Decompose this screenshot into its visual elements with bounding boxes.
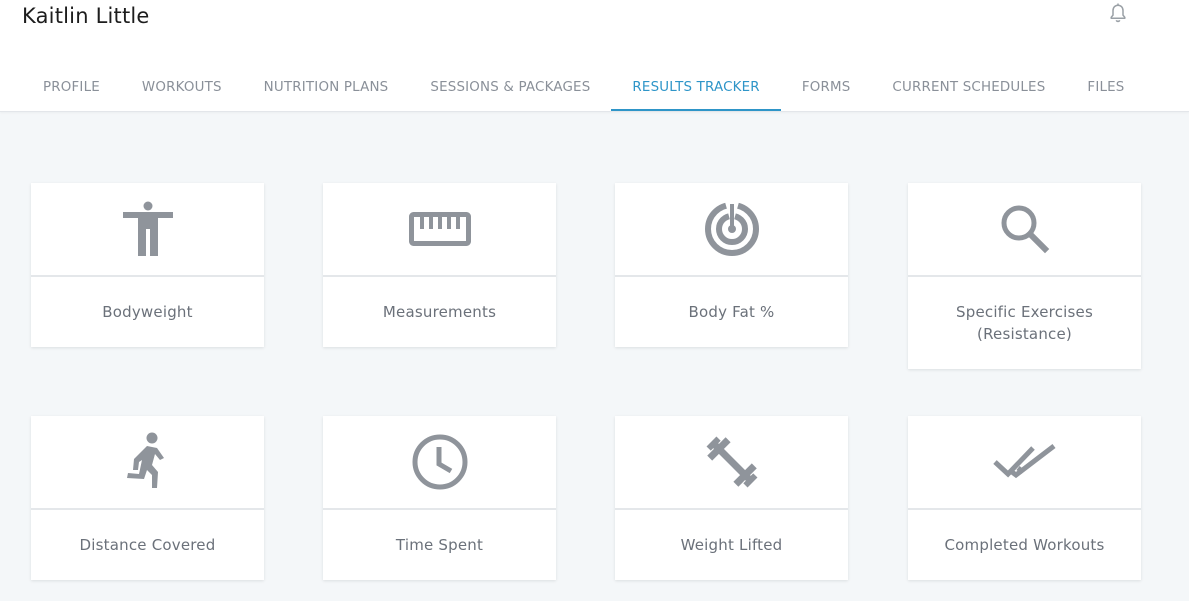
tracker-label: Completed Workouts (944, 536, 1105, 554)
tracker-label: Weight Lifted (680, 536, 783, 554)
tab-files[interactable]: FILES (1066, 66, 1145, 111)
tracker-label: Specific Exercises (Resistance) (956, 303, 1093, 343)
tracker-card-weight-lifted[interactable]: Weight Lifted (615, 416, 848, 580)
target-icon (704, 202, 759, 256)
tracker-label: Body Fat % (688, 303, 775, 321)
person-standing-icon (122, 201, 173, 256)
clock-icon (412, 434, 467, 490)
tracker-card-completed-workouts[interactable]: Completed Workouts (908, 416, 1141, 580)
tab-results-tracker[interactable]: RESULTS TRACKER (611, 66, 782, 111)
tracker-card-distance-covered[interactable]: Distance Covered (31, 416, 264, 580)
client-tabs: PROFILE WORKOUTS NUTRITION PLANS SESSION… (22, 66, 1146, 111)
tab-current-schedules[interactable]: CURRENT SCHEDULES (871, 66, 1066, 111)
tracker-label: Distance Covered (79, 536, 216, 554)
tracker-label: Time Spent (395, 536, 484, 554)
tracker-label: Bodyweight (102, 303, 193, 321)
search-icon (1001, 205, 1049, 254)
bell-icon[interactable] (1108, 2, 1128, 24)
client-header: Kaitlin Little PROFILE WORKOUTS NUTRITIO… (0, 0, 1189, 112)
tab-sessions-packages[interactable]: SESSIONS & PACKAGES (409, 66, 611, 111)
tracker-card-measurements[interactable]: Measurements (323, 183, 556, 347)
running-icon (126, 432, 164, 488)
tab-forms[interactable]: FORMS (781, 66, 872, 111)
tracker-card-specific-exercises[interactable]: Specific Exercises (Resistance) (908, 183, 1141, 369)
tab-profile[interactable]: PROFILE (22, 66, 121, 111)
tab-workouts[interactable]: WORKOUTS (121, 66, 243, 111)
ruler-icon (408, 212, 471, 246)
tracker-card-body-fat[interactable]: Body Fat % (615, 183, 848, 347)
tracker-card-time-spent[interactable]: Time Spent (323, 416, 556, 580)
tab-nutrition-plans[interactable]: NUTRITION PLANS (243, 66, 410, 111)
tracker-label: Measurements (382, 303, 497, 321)
tracker-card-bodyweight[interactable]: Bodyweight (31, 183, 264, 347)
double-check-icon (992, 444, 1056, 479)
client-name: Kaitlin Little (22, 4, 150, 28)
dumbbell-icon (706, 436, 757, 488)
